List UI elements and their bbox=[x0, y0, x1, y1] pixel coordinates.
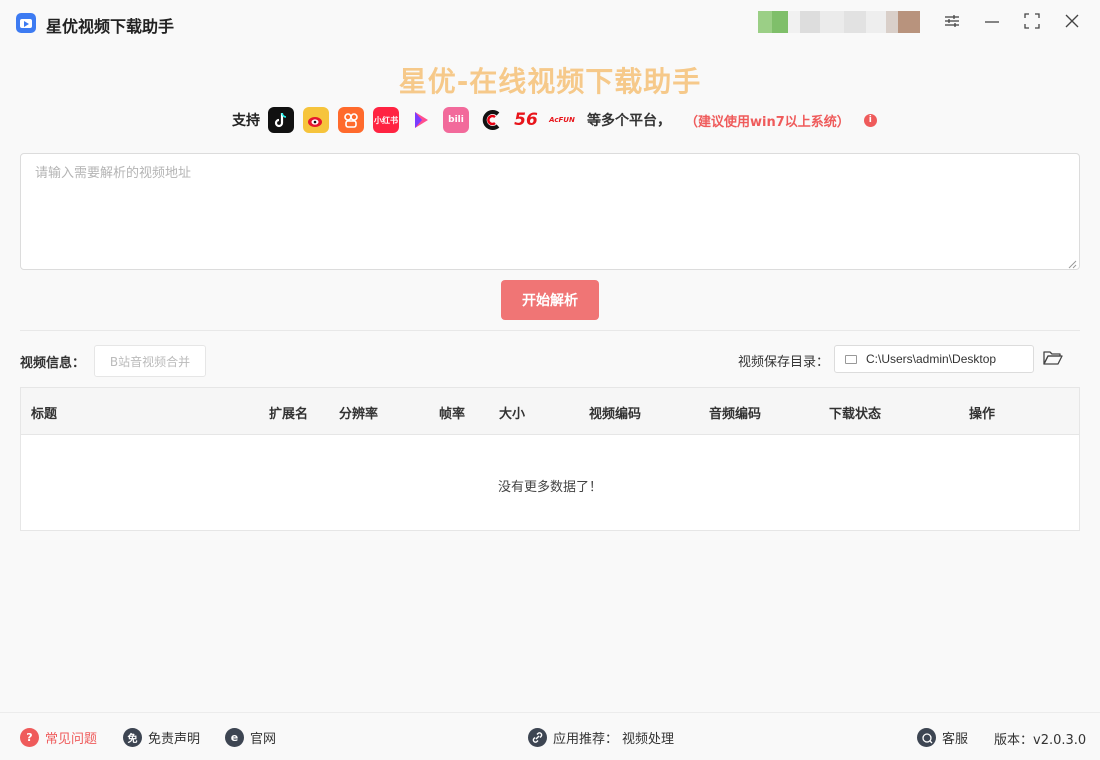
folder-open-icon[interactable] bbox=[1043, 350, 1063, 366]
support-label: 支持 bbox=[232, 113, 260, 129]
minimize-icon[interactable] bbox=[982, 12, 1002, 32]
folder-icon bbox=[845, 354, 857, 364]
column-header: 标题 bbox=[31, 407, 58, 422]
cctv-icon bbox=[478, 107, 504, 133]
xiaohongshu-icon: 小红书 bbox=[373, 107, 399, 133]
column-header: 帧率 bbox=[439, 407, 466, 422]
app-recommend-link[interactable]: 应用推荐： 视频处理 bbox=[528, 728, 674, 747]
save-dir-value: C:\Users\admin\Desktop bbox=[866, 352, 997, 366]
faq-link[interactable]: ? 常见问题 bbox=[20, 728, 97, 747]
info-icon[interactable]: i bbox=[863, 113, 877, 127]
supported-platforms: 支持 小红书 bili 56 AcFUN 等多个平台， （建议使用win7以上系… bbox=[232, 106, 877, 134]
save-dir-field[interactable]: C:\Users\admin\Desktop bbox=[834, 345, 1034, 373]
video-table: 标题 扩展名 分辨率 帧率 大小 视频编码 音频编码 下载状态 操作 没有更多数… bbox=[20, 387, 1080, 531]
customer-service-label: 客服 bbox=[942, 732, 969, 747]
douyin-icon bbox=[268, 107, 294, 133]
column-header: 视频编码 bbox=[589, 407, 642, 422]
settings-icon[interactable] bbox=[942, 12, 962, 32]
disclaimer-icon: 免 bbox=[123, 728, 142, 747]
column-header: 扩展名 bbox=[269, 407, 309, 422]
app-title: 星优视频下载助手 bbox=[46, 17, 175, 36]
acfun-icon: AcFUN bbox=[549, 116, 575, 124]
resize-grip-icon[interactable] bbox=[1068, 258, 1077, 269]
save-dir-label: 视频保存目录： bbox=[738, 355, 830, 370]
link-icon bbox=[528, 728, 547, 747]
footer: ? 常见问题 免 免责声明 e 官网 应用推荐： 视频处理 客服 版本：v2.0… bbox=[0, 712, 1100, 760]
app-recommend-label: 应用推荐： bbox=[553, 732, 619, 747]
question-icon: ? bbox=[20, 728, 39, 747]
title-bar: 星优视频下载助手 bbox=[0, 0, 1100, 46]
bilibili-icon: bili bbox=[443, 107, 469, 133]
headset-icon bbox=[917, 728, 936, 747]
system-recommend-text: （建议使用win7以上系统） bbox=[685, 114, 850, 130]
close-icon[interactable] bbox=[1062, 12, 1082, 32]
56-icon: 56 bbox=[514, 110, 538, 130]
multi-platform-text: 等多个平台， bbox=[587, 113, 671, 129]
website-label: 官网 bbox=[250, 732, 277, 747]
video-url-input[interactable] bbox=[20, 153, 1080, 270]
app-logo-icon bbox=[16, 13, 36, 33]
column-header: 音频编码 bbox=[709, 407, 762, 422]
column-header: 分辨率 bbox=[339, 407, 379, 422]
start-parse-button[interactable]: 开始解析 bbox=[501, 280, 599, 320]
disclaimer-label: 免责声明 bbox=[148, 732, 201, 747]
app-recommend-value: 视频处理 bbox=[622, 732, 675, 747]
table-header: 标题 扩展名 分辨率 帧率 大小 视频编码 音频编码 下载状态 操作 bbox=[21, 388, 1079, 435]
faq-label: 常见问题 bbox=[45, 732, 98, 747]
maximize-icon[interactable] bbox=[1022, 12, 1042, 32]
empty-state-text: 没有更多数据了！ bbox=[497, 480, 602, 495]
website-link[interactable]: e 官网 bbox=[225, 728, 276, 747]
weibo-icon bbox=[303, 107, 329, 133]
bilibili-merge-button[interactable]: B站音视频合并 bbox=[94, 345, 206, 377]
user-avatar[interactable] bbox=[758, 11, 920, 33]
divider bbox=[20, 330, 1080, 331]
column-header: 操作 bbox=[969, 407, 996, 422]
video-play-icon bbox=[408, 107, 434, 133]
column-header: 大小 bbox=[499, 407, 526, 422]
column-header: 下载状态 bbox=[829, 407, 882, 422]
video-info-label: 视频信息： bbox=[20, 356, 86, 371]
kuaishou-icon bbox=[338, 107, 364, 133]
disclaimer-link[interactable]: 免 免责声明 bbox=[123, 728, 200, 747]
customer-service-link[interactable]: 客服 bbox=[917, 728, 968, 747]
browser-icon: e bbox=[225, 728, 244, 747]
version-text: 版本：v2.0.3.0 bbox=[994, 733, 1087, 748]
page-title: 星优-在线视频下载助手 bbox=[398, 65, 702, 98]
